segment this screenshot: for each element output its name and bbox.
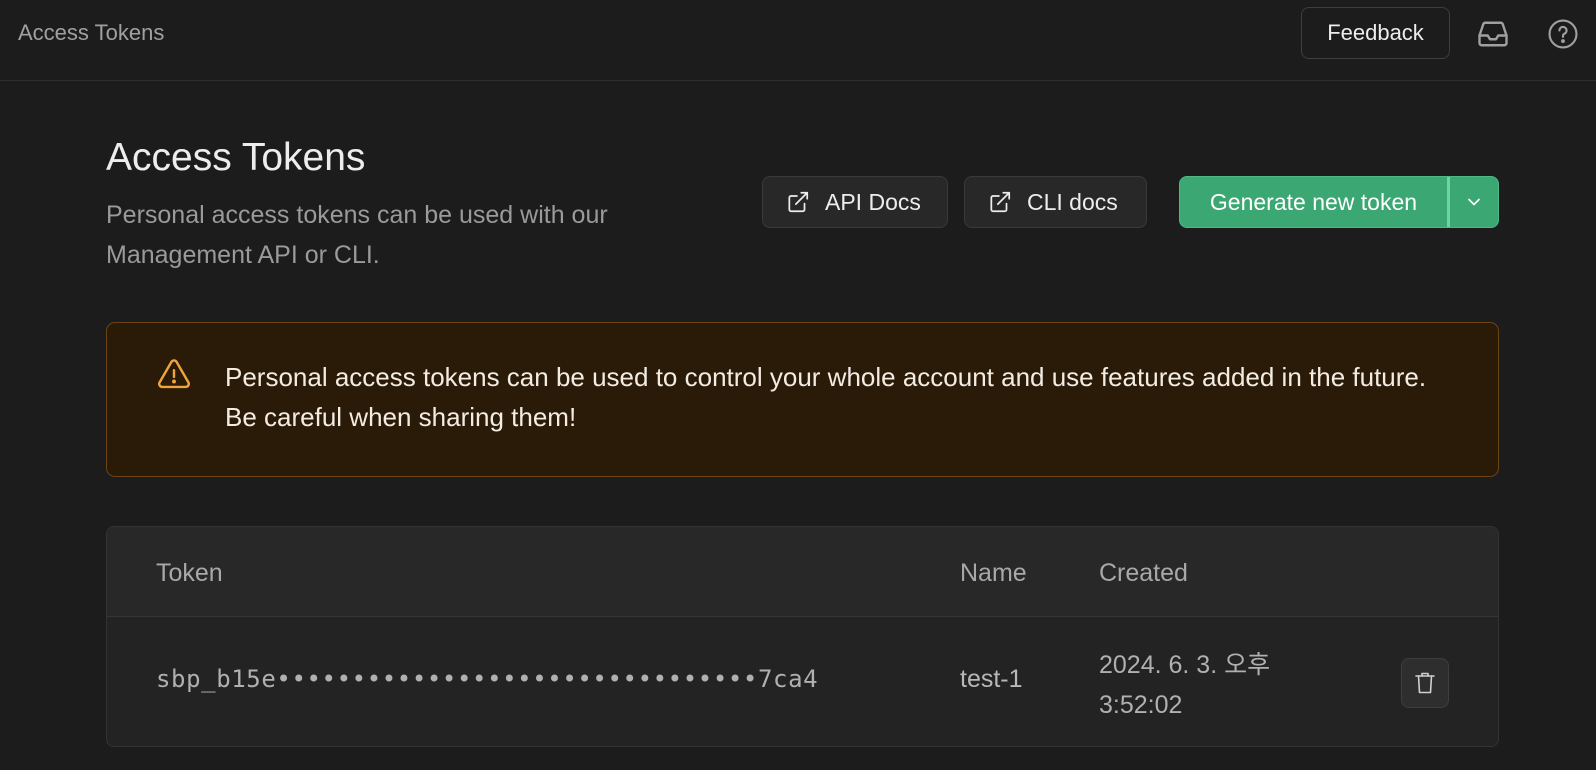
column-header-name: Name [960, 559, 1027, 587]
tokens-table: Token Name Created sbp_b15e•••••••••••••… [106, 526, 1499, 747]
breadcrumb-title: Access Tokens [18, 20, 165, 45]
api-docs-label: API Docs [825, 188, 921, 215]
inbox-icon[interactable] [1475, 16, 1511, 52]
generate-token-dropdown[interactable] [1450, 177, 1498, 227]
delete-token-button[interactable] [1401, 658, 1449, 708]
api-docs-button[interactable]: API Docs [762, 176, 948, 228]
token-created: 2024. 6. 3. 오후 3:52:02 [1099, 651, 1271, 719]
top-bar: Access Tokens Feedback [0, 0, 1596, 81]
column-header-created: Created [1099, 559, 1188, 587]
chevron-down-icon [1468, 198, 1480, 206]
warning-icon [158, 359, 190, 389]
column-header-token: Token [156, 559, 223, 587]
external-link-icon [990, 191, 1011, 213]
page-description: Personal access tokens can be used with … [106, 201, 608, 269]
generate-token-button-group: Generate new token [1179, 176, 1499, 228]
page-title: Access Tokens [106, 136, 366, 179]
trash-icon [1415, 672, 1435, 694]
warning-text: Personal access tokens can be used to co… [225, 362, 1427, 432]
cli-docs-button[interactable]: CLI docs [964, 176, 1147, 228]
token-value: sbp_b15e••••••••••••••••••••••••••••••••… [156, 665, 819, 693]
feedback-button[interactable]: Feedback [1301, 7, 1450, 59]
token-name: test-1 [960, 665, 1023, 693]
table-row: sbp_b15e••••••••••••••••••••••••••••••••… [107, 617, 1498, 746]
external-link-icon [788, 191, 809, 213]
warning-callout: Personal access tokens can be used to co… [106, 322, 1499, 477]
generate-token-button[interactable]: Generate new token [1180, 177, 1450, 227]
help-icon[interactable] [1546, 17, 1580, 51]
table-header: Token Name Created [107, 527, 1498, 617]
cli-docs-label: CLI docs [1027, 188, 1118, 215]
